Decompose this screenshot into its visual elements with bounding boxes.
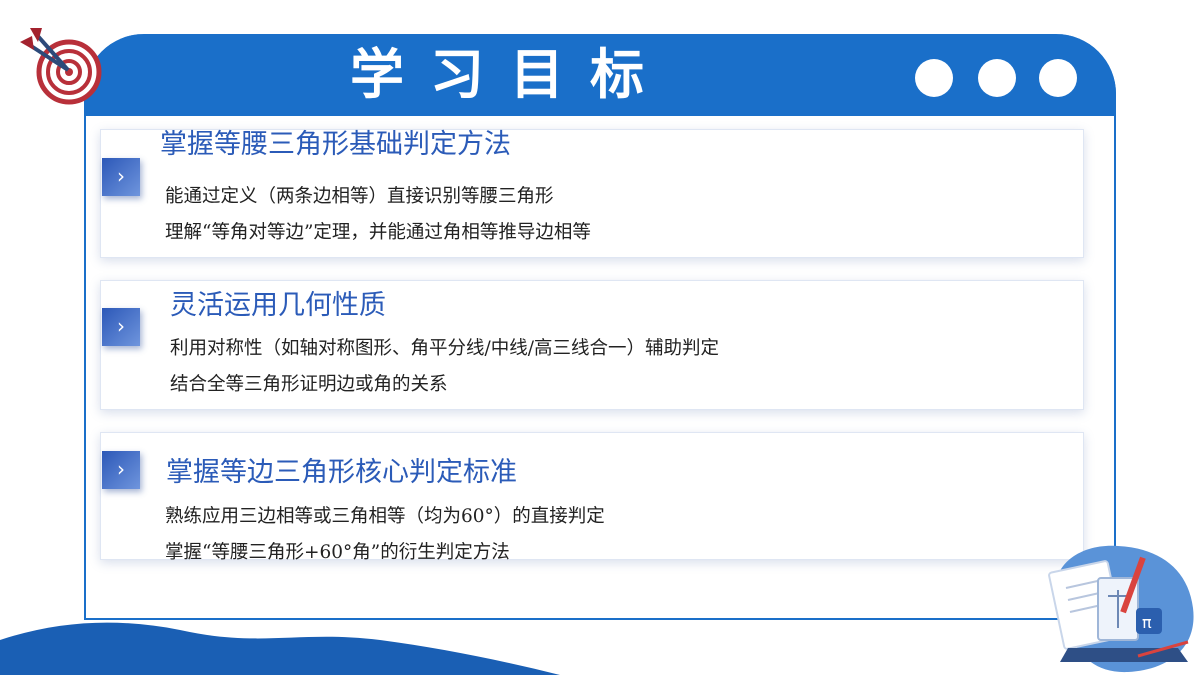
chevron-right-icon: › [102, 158, 140, 196]
slide: 学习目标 › › › 掌握等腰三角形基础判定方法 能通过定义（两条边相等）直接识… [0, 0, 1200, 675]
objective-heading: 灵活运用几何性质 [170, 290, 386, 321]
objective-line: 熟练应用三边相等或三角相等（均为60°）的直接判定 [165, 506, 605, 527]
objective-heading: 掌握等边三角形核心判定标准 [166, 457, 517, 488]
objective-line: 结合全等三角形证明边或角的关系 [170, 374, 448, 395]
objective-line: 能通过定义（两条边相等）直接识别等腰三角形 [165, 186, 554, 207]
slide-title: 学习目标 [350, 43, 670, 106]
pi-symbol: π [1142, 613, 1152, 632]
title-dot [978, 59, 1016, 97]
title-dot [1039, 59, 1077, 97]
title-dot [915, 59, 953, 97]
dart-target-icon [20, 28, 102, 105]
objective-heading: 掌握等腰三角形基础判定方法 [160, 129, 511, 160]
objective-line: 利用对称性（如轴对称图形、角平分线/中线/高三线合一）辅助判定 [170, 338, 719, 359]
objective-line: 掌握“等腰三角形+60°角”的衍生判定方法 [165, 542, 510, 563]
objective-line: 理解“等角对等边”定理，并能通过角相等推导边相等 [165, 222, 591, 243]
chevron-right-icon: › [102, 451, 140, 489]
chevron-right-icon: › [102, 308, 140, 346]
math-books-illustration: π [1048, 545, 1194, 673]
